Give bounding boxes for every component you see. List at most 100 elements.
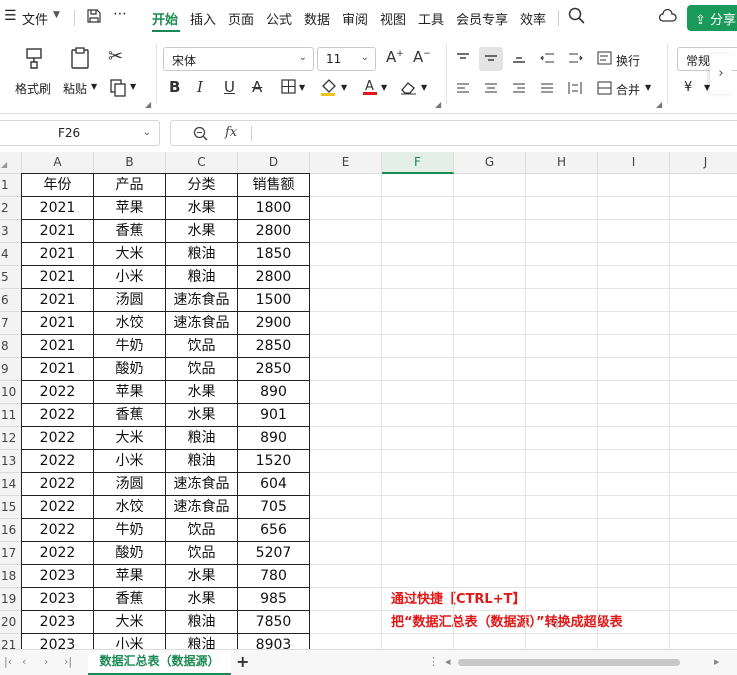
table-cell[interactable] — [670, 519, 737, 542]
table-cell[interactable] — [526, 381, 598, 404]
table-cell[interactable]: 2022 — [21, 404, 94, 427]
table-cell[interactable]: 粮油 — [166, 266, 238, 289]
table-cell[interactable]: 酸奶 — [94, 542, 166, 565]
table-cell[interactable] — [598, 565, 670, 588]
table-cell[interactable] — [382, 588, 454, 611]
select-all-corner[interactable]: ◢ — [0, 152, 22, 174]
row-header[interactable]: 16 — [0, 519, 22, 542]
table-cell[interactable] — [454, 381, 526, 404]
zoom-icon[interactable] — [193, 126, 208, 145]
table-cell[interactable] — [382, 519, 454, 542]
row-header[interactable]: 7 — [0, 312, 22, 335]
table-cell[interactable] — [310, 335, 382, 358]
table-cell[interactable]: 2900 — [238, 312, 310, 335]
table-cell[interactable] — [670, 289, 737, 312]
table-cell[interactable] — [454, 335, 526, 358]
header-cell[interactable]: 产品 — [94, 173, 166, 197]
table-cell[interactable]: 901 — [238, 404, 310, 427]
table-cell[interactable] — [454, 404, 526, 427]
tab-6[interactable]: 视图 — [380, 9, 406, 28]
scroll-left-icon[interactable]: ◂ — [445, 655, 451, 668]
table-cell[interactable] — [526, 473, 598, 496]
merge-button[interactable]: 合并 — [616, 81, 640, 98]
table-cell[interactable]: 2022 — [21, 427, 94, 450]
table-cell[interactable] — [598, 496, 670, 519]
table-cell[interactable] — [526, 542, 598, 565]
table-cell[interactable] — [310, 312, 382, 335]
row-header[interactable]: 10 — [0, 381, 22, 404]
table-cell[interactable]: 饮品 — [166, 335, 238, 358]
table-cell[interactable] — [598, 634, 670, 649]
table-cell[interactable]: 速冻食品 — [166, 473, 238, 496]
table-cell[interactable]: 粮油 — [166, 611, 238, 634]
sheet-tab-active[interactable]: 数据汇总表（数据源） — [88, 650, 231, 675]
table-cell[interactable] — [382, 634, 454, 649]
table-cell[interactable] — [526, 450, 598, 473]
table-cell[interactable] — [454, 312, 526, 335]
table-cell[interactable]: 苹果 — [94, 381, 166, 404]
table-cell[interactable] — [598, 519, 670, 542]
fill-color-icon[interactable] — [320, 78, 338, 99]
row-header[interactable]: 18 — [0, 565, 22, 588]
table-cell[interactable] — [598, 289, 670, 312]
font-name-select[interactable]: 宋体 ⌄ — [163, 47, 314, 71]
table-cell[interactable]: 香蕉 — [94, 220, 166, 243]
table-cell[interactable]: 2850 — [238, 335, 310, 358]
table-cell[interactable] — [526, 289, 598, 312]
increase-indent-icon[interactable] — [568, 52, 583, 67]
wrap-text-button[interactable]: 换行 — [616, 52, 640, 69]
table-cell[interactable] — [310, 519, 382, 542]
tab-2[interactable]: 页面 — [228, 9, 254, 28]
table-cell[interactable] — [454, 496, 526, 519]
table-cell[interactable] — [670, 381, 737, 404]
table-cell[interactable] — [670, 174, 737, 197]
table-cell[interactable]: 香蕉 — [94, 404, 166, 427]
table-cell[interactable] — [310, 473, 382, 496]
table-cell[interactable]: 牛奶 — [94, 335, 166, 358]
tab-1[interactable]: 插入 — [190, 9, 216, 28]
table-cell[interactable]: 汤圆 — [94, 473, 166, 496]
table-cell[interactable]: 粮油 — [166, 450, 238, 473]
row-header[interactable]: 8 — [0, 335, 22, 358]
table-cell[interactable] — [598, 197, 670, 220]
table-cell[interactable]: 速冻食品 — [166, 289, 238, 312]
table-cell[interactable] — [598, 335, 670, 358]
table-cell[interactable] — [598, 404, 670, 427]
table-cell[interactable] — [382, 289, 454, 312]
table-cell[interactable]: 2022 — [21, 496, 94, 519]
table-cell[interactable] — [310, 611, 382, 634]
table-cell[interactable] — [382, 450, 454, 473]
table-cell[interactable] — [382, 243, 454, 266]
table-cell[interactable] — [310, 565, 382, 588]
table-cell[interactable] — [526, 220, 598, 243]
table-cell[interactable] — [454, 565, 526, 588]
currency-button[interactable]: ¥ — [684, 80, 692, 95]
table-cell[interactable] — [382, 427, 454, 450]
table-cell[interactable] — [454, 266, 526, 289]
table-cell[interactable] — [310, 588, 382, 611]
table-cell[interactable] — [598, 473, 670, 496]
table-cell[interactable]: 水果 — [166, 220, 238, 243]
merge-cells-icon[interactable] — [597, 81, 612, 98]
table-cell[interactable] — [310, 358, 382, 381]
last-sheet-icon[interactable]: ›| — [64, 655, 72, 668]
table-cell[interactable]: 656 — [238, 519, 310, 542]
table-cell[interactable] — [670, 634, 737, 649]
chevron-down-icon[interactable]: ▼ — [341, 83, 347, 92]
table-cell[interactable] — [310, 174, 382, 197]
table-cell[interactable] — [310, 381, 382, 404]
column-header-c[interactable]: C — [166, 152, 238, 174]
table-cell[interactable] — [382, 473, 454, 496]
alignment-dialog-launcher-icon[interactable]: ◢ — [656, 100, 662, 109]
table-cell[interactable] — [454, 289, 526, 312]
table-cell[interactable]: 2022 — [21, 542, 94, 565]
table-cell[interactable] — [526, 611, 598, 634]
table-cell[interactable] — [670, 197, 737, 220]
table-cell[interactable] — [526, 427, 598, 450]
table-cell[interactable] — [526, 174, 598, 197]
format-painter-button[interactable]: 格式刷 — [15, 80, 51, 97]
table-cell[interactable] — [454, 588, 526, 611]
table-cell[interactable] — [598, 588, 670, 611]
table-cell[interactable] — [310, 450, 382, 473]
table-cell[interactable]: 2023 — [21, 588, 94, 611]
